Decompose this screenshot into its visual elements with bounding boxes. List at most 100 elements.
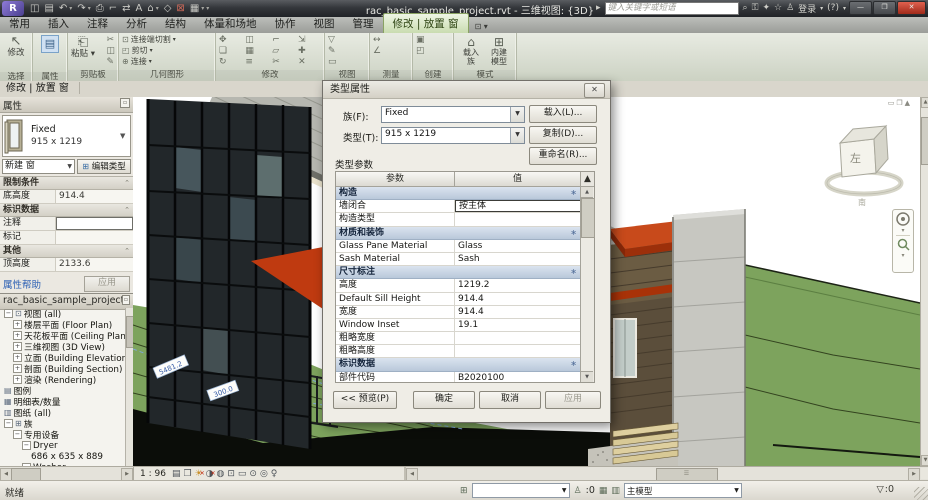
tab-9[interactable]: 管理: [344, 14, 383, 33]
dialog-close-button[interactable]: ✕: [584, 83, 605, 98]
view-cone-icon[interactable]: ▽: [328, 35, 366, 46]
parameter-row[interactable]: 粗略高度: [336, 345, 581, 359]
cut-icon[interactable]: ✂: [106, 35, 115, 46]
close-button[interactable]: ✕: [897, 1, 926, 15]
properties-palette-header[interactable]: 属性 ▫: [0, 97, 133, 113]
parameter-value[interactable]: 按主体: [455, 200, 581, 213]
array-icon[interactable]: ▦: [245, 46, 269, 57]
property-group-header[interactable]: 限制条件 ⌃: [0, 177, 133, 190]
tab-active-context[interactable]: 修改 | 放置 窗: [382, 13, 469, 33]
crop-view-icon[interactable]: ⊡: [227, 468, 235, 480]
parameter-value[interactable]: Glass: [455, 240, 581, 252]
dialog-title-bar[interactable]: 类型属性: [323, 81, 610, 99]
parameter-value[interactable]: B2020100: [455, 372, 581, 382]
visual-style-icon[interactable]: ❒: [183, 468, 191, 480]
parameter-row[interactable]: Window Inset 19.1: [336, 318, 581, 333]
view-scale-label[interactable]: 1 : 96: [140, 469, 166, 479]
viewcube[interactable]: 左 南: [822, 109, 914, 209]
active-workset-dropdown[interactable]: ▼: [471, 483, 570, 498]
detail-level-icon[interactable]: ▤: [172, 468, 181, 480]
search-binoculars-icon[interactable]: ⌕: [743, 2, 748, 15]
property-value[interactable]: 2133.6: [56, 258, 133, 271]
subscription-key-icon[interactable]: ⚿: [752, 2, 759, 15]
match-type-icon[interactable]: ✎: [106, 57, 115, 68]
property-value[interactable]: [56, 217, 133, 230]
signin-dropdown-icon[interactable]: ▾: [820, 2, 823, 15]
minimize-button[interactable]: —: [849, 1, 872, 15]
property-group-header[interactable]: 其他 ⌃: [0, 245, 133, 258]
shadows-icon[interactable]: ◑ ✕: [206, 468, 216, 480]
parameter-value[interactable]: 1219.2: [455, 279, 581, 291]
tab-2[interactable]: 插入: [39, 14, 78, 33]
model-in-place-button[interactable]: ⊞ 内建 模型: [486, 34, 512, 66]
move-icon[interactable]: ✥: [219, 35, 242, 46]
tab-7[interactable]: 协作: [266, 14, 305, 33]
mirror-icon[interactable]: ◫: [245, 35, 269, 46]
new-element-dropdown[interactable]: 新建 窗 ▼: [2, 159, 75, 174]
parameter-group-pin-icon[interactable]: ∗: [570, 227, 577, 239]
offset-icon[interactable]: ▱: [272, 46, 295, 57]
tab-8[interactable]: 视图: [305, 14, 344, 33]
tree-item[interactable]: − Dryer: [0, 440, 126, 451]
design-option-dropdown[interactable]: 主模型 ▼: [623, 483, 742, 498]
design-options-icon[interactable]: ▦: [599, 486, 608, 496]
zoom-dropdown-icon[interactable]: ▾: [901, 253, 904, 259]
rename-button[interactable]: 重命名(R)...: [529, 147, 597, 165]
modify-tool-label[interactable]: 修改: [7, 49, 24, 58]
drawing-horizontal-scrollbar[interactable]: ◀ ☰ ▶: [405, 467, 928, 481]
parameter-row[interactable]: 构造类型: [336, 213, 581, 227]
browser-horizontal-scrollbar[interactable]: ◀ ▶: [0, 467, 134, 481]
create-group-icon[interactable]: ▣: [416, 35, 450, 46]
communication-center-icon[interactable]: ✦: [762, 2, 770, 15]
exclude-options-icon[interactable]: ▥: [611, 486, 620, 496]
signin-person-icon[interactable]: ♙: [786, 2, 794, 15]
selection-filter-cluster[interactable]: ▽ :0: [876, 484, 894, 495]
split-icon[interactable]: ✂: [272, 57, 295, 68]
duplicate-button[interactable]: 复制(D)...: [529, 126, 597, 144]
parameter-row[interactable]: 高度 1219.2: [336, 279, 581, 293]
copy-icon[interactable]: ◫: [106, 46, 115, 57]
collapse-icon[interactable]: −: [4, 309, 13, 318]
join-end-cuts-item[interactable]: ⊡ 连接端切割 ▾: [119, 34, 215, 45]
parameter-value-input[interactable]: 按主体: [455, 200, 581, 213]
collapse-icon[interactable]: −: [13, 430, 22, 439]
tab-1[interactable]: 常用: [0, 14, 39, 33]
paste-button[interactable]: ⎗ 粘贴 ▾: [70, 34, 96, 59]
cut-geometry-item[interactable]: ◰ 剪切 ▾: [119, 45, 215, 56]
tree-item[interactable]: 686 x 635 x 889: [0, 451, 126, 462]
property-group-header[interactable]: 标识数据 ⌃: [0, 204, 133, 217]
expand-icon[interactable]: +: [13, 320, 22, 329]
parameter-row[interactable]: 粗略宽度: [336, 332, 581, 346]
view-scroll-top-icon[interactable]: ▲: [905, 99, 910, 107]
rotate-icon[interactable]: ↻: [219, 57, 242, 68]
view-restore-icon[interactable]: ❐: [896, 99, 902, 107]
unlocked-3d-view-icon[interactable]: ⊙: [249, 468, 257, 480]
parameter-group-pin-icon[interactable]: ∗: [570, 358, 577, 370]
properties-palette-icon[interactable]: ▤: [40, 35, 60, 53]
parameter-group-header[interactable]: 构造 ∗: [336, 187, 581, 201]
tab-6[interactable]: 体量和场地: [195, 14, 266, 33]
modify-cursor-icon[interactable]: ↖: [11, 35, 22, 49]
load-family-button[interactable]: ⌂ 载入 族: [458, 34, 484, 66]
view-minimize-icon[interactable]: ▭: [888, 99, 895, 107]
expand-icon[interactable]: +: [13, 364, 22, 373]
parameter-group-pin-icon[interactable]: ∗: [570, 187, 577, 199]
collapse-icon[interactable]: −: [4, 419, 13, 428]
tree-item[interactable]: − 专用设备: [0, 429, 126, 441]
linework-icon[interactable]: ✎: [328, 46, 366, 57]
parameter-value[interactable]: [455, 332, 581, 344]
maximize-button[interactable]: ❐: [873, 1, 896, 15]
navigation-bar[interactable]: ▾ ▾: [892, 209, 914, 273]
editable-only-icon[interactable]: ♙: [574, 486, 582, 496]
scale-icon[interactable]: ⇲: [298, 35, 321, 46]
parameter-row[interactable]: 墙闭合 按主体: [336, 200, 581, 214]
tab-5[interactable]: 结构: [156, 14, 195, 33]
parameter-value[interactable]: Sash: [455, 253, 581, 265]
tree-item[interactable]: ▥ 图纸 (all): [0, 407, 126, 419]
expand-icon[interactable]: +: [13, 375, 22, 384]
group-collapse-icon[interactable]: ⌃: [124, 245, 130, 257]
steering-wheel-icon[interactable]: [896, 212, 910, 226]
table-vertical-scrollbar[interactable]: ▲ ▼: [580, 187, 595, 382]
tab-4[interactable]: 分析: [117, 14, 156, 33]
trim-icon[interactable]: ⌐: [272, 35, 295, 46]
